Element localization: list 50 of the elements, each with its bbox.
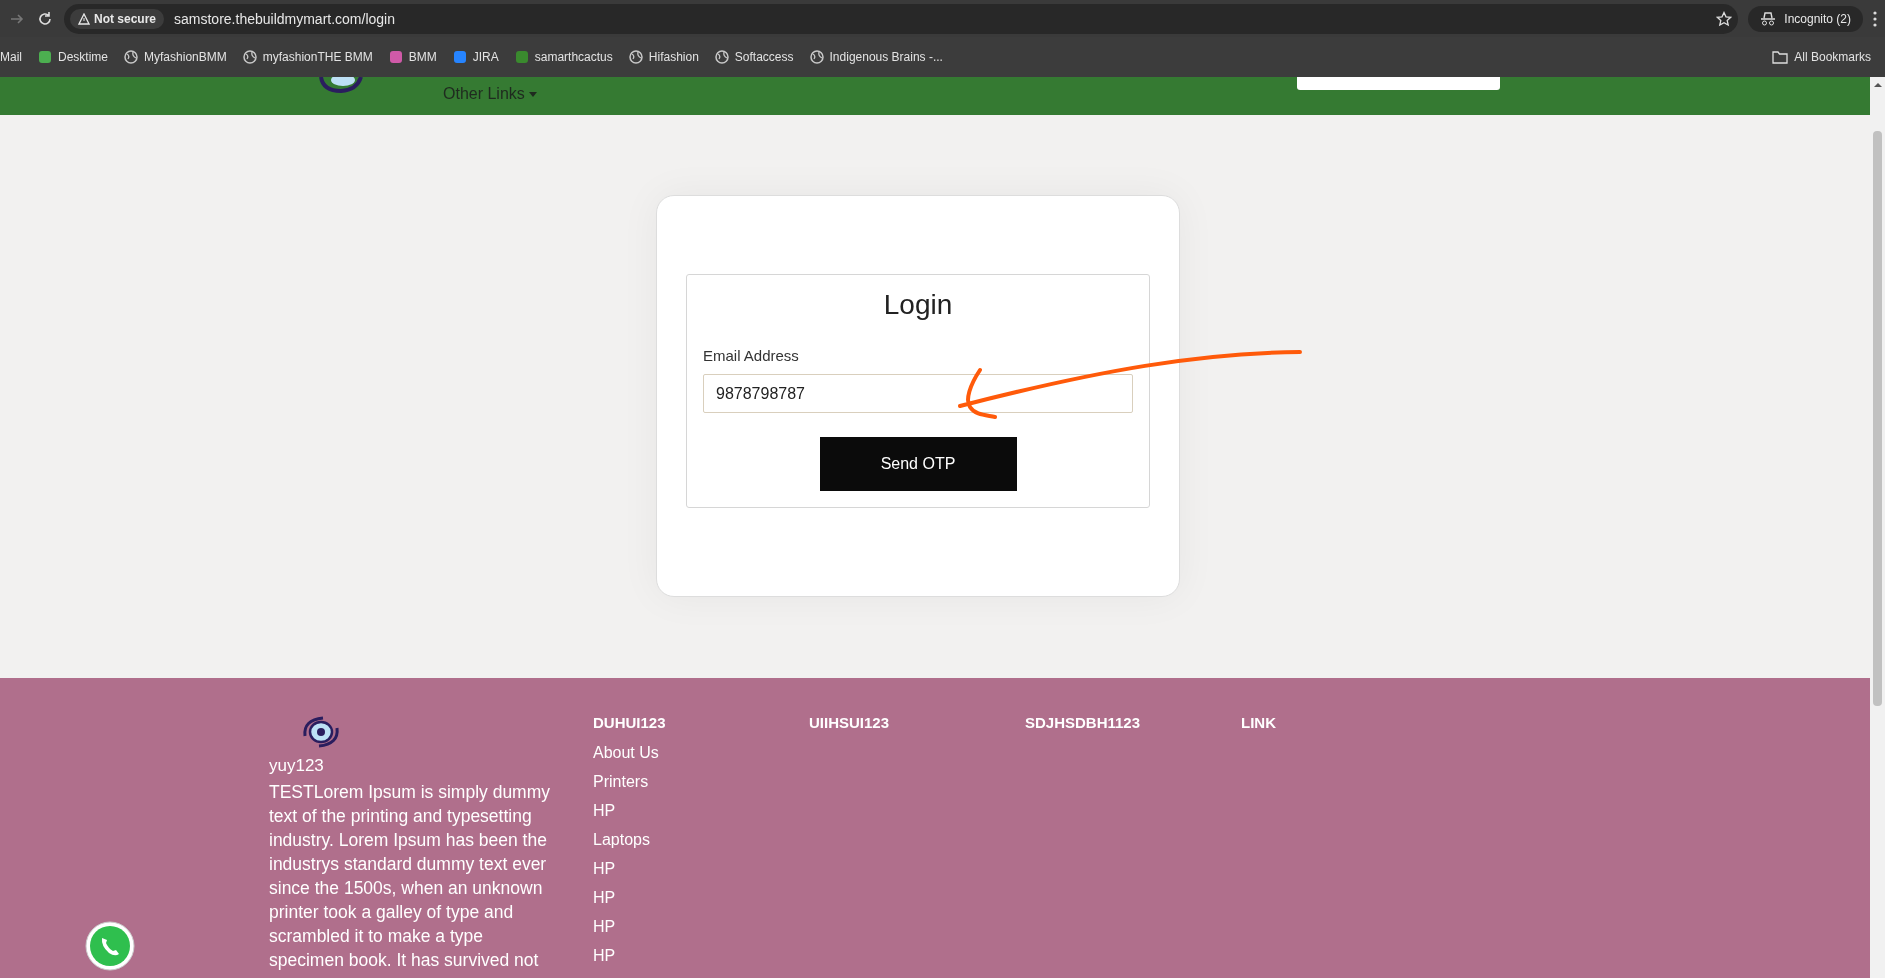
column-heading: LINK	[1241, 714, 1277, 731]
globe-icon	[628, 50, 643, 64]
folder-icon	[1772, 50, 1789, 64]
footer-link[interactable]: Laptops	[593, 830, 809, 849]
incognito-button[interactable]: Incognito (2)	[1748, 5, 1863, 32]
column-heading: DUHUI123	[593, 714, 667, 731]
security-chip[interactable]: Not secure	[70, 8, 165, 29]
star-icon[interactable]	[1716, 10, 1733, 27]
globe-icon	[242, 50, 257, 64]
brand-description: TESTLorem Ipsum is simply dummy text of the printing and typesetting industry. Lorem Ipsum has been the industrys standard dummy text ever since the 1500s, when an unknown printer took a galley of type and scrambled it to make a type specimen book. It has survived not	[269, 781, 552, 972]
bookmark[interactable]: BMM	[388, 50, 437, 64]
all-bookmarks-link[interactable]: All Bookmarks	[1772, 50, 1871, 64]
scrollbar[interactable]	[1870, 77, 1885, 978]
email-label: Email Address	[703, 347, 800, 364]
bookmark[interactable]: MyfashionBMM	[124, 50, 227, 64]
bookmark[interactable]: samarthcactus	[514, 50, 613, 64]
bookmark[interactable]: Softaccess	[714, 50, 794, 64]
bookmark[interactable]: Desktime	[38, 50, 109, 64]
footer-link[interactable]: HP	[593, 917, 809, 936]
footer-link[interactable]: HP	[593, 888, 809, 907]
bookmark[interactable]: Mail	[0, 50, 22, 64]
reload-icon[interactable]	[36, 9, 54, 28]
incognito-icon	[1760, 11, 1777, 26]
column-heading: SDJHSDBH1123	[1025, 714, 1142, 731]
email-input[interactable]: 9878798787	[703, 374, 1133, 413]
footer-link[interactable]: About Us	[593, 743, 809, 762]
footer-link[interactable]: Printers	[593, 772, 809, 791]
security-label: Not secure	[94, 11, 157, 26]
address-url[interactable]: samstore.thebuildmymart.com/login	[174, 10, 1707, 27]
send-otp-button[interactable]: Send OTP	[819, 437, 1017, 491]
globe-icon	[714, 50, 729, 64]
menu-icon[interactable]	[1873, 10, 1877, 27]
scrollbar-thumb[interactable]	[1873, 131, 1882, 706]
login-title: Login	[882, 289, 954, 321]
bookmark[interactable]: Indigenous Brains -...	[809, 50, 943, 64]
brand-name: yuy123	[269, 756, 325, 776]
bookmark[interactable]: myfashionTHE BMM	[242, 50, 373, 64]
whatsapp-icon[interactable]	[83, 920, 137, 974]
caret-icon	[528, 91, 537, 97]
footer-link[interactable]: HP	[593, 859, 809, 878]
footer-link[interactable]: HP	[593, 801, 809, 820]
column-heading: UIIHSUI123	[809, 714, 891, 731]
warning-icon	[78, 12, 90, 25]
footer-link[interactable]: HP	[593, 946, 809, 965]
globe-icon	[809, 50, 824, 64]
header-field[interactable]	[1296, 77, 1500, 90]
bookmark[interactable]: JIRA	[452, 50, 499, 64]
scroll-up-icon[interactable]	[1873, 81, 1882, 89]
bookmark[interactable]: Hifashion	[628, 50, 699, 64]
globe-icon	[124, 50, 139, 64]
